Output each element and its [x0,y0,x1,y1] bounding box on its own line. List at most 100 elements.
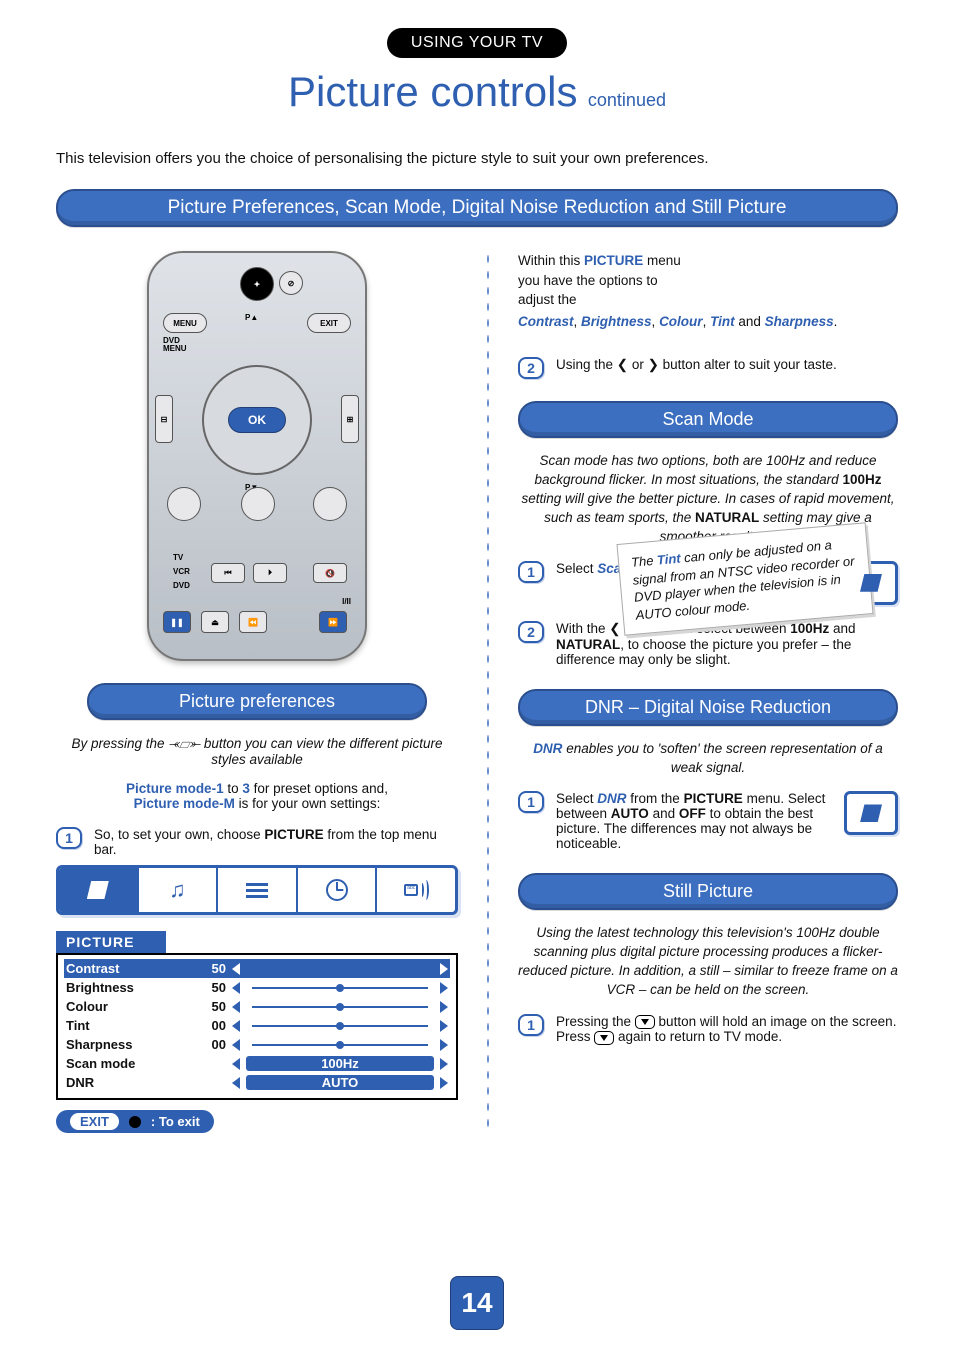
scan-step-marker-1: 1 [518,561,544,583]
left-arrow-icon [232,1058,240,1070]
menu-lang-icon: abc [377,868,455,912]
remote-play-button: ⏵ [253,563,287,583]
step-marker-1: 1 [56,827,82,849]
osd-row-name: Colour [66,999,186,1014]
remote-vol-plus: ⊞ [341,395,359,443]
still-desc: Using the latest technology this televis… [518,924,898,1000]
exit-dot-icon [129,1116,141,1128]
remote-mute-button: 🔇 [313,563,347,583]
dnr-desc: DNR enables you to 'soften' the screen r… [518,740,898,778]
osd-slider [252,1025,428,1027]
osd-row-value: 00 [192,1018,226,1033]
menu-sound-icon: ♫ [139,868,219,912]
remote-eject-button: ⏏ [201,611,229,633]
picture-preferences-bar: Picture preferences [87,683,427,720]
page-title: Picture controls [288,68,577,115]
right-arrow-icon [440,963,448,975]
right-para-1: Within this PICTURE menu you have the op… [518,251,688,310]
menu-picture-icon [59,868,139,912]
menu-features-icon [218,868,298,912]
osd-chip: 100Hz [246,1056,434,1071]
right-step-2-text: Using the ❮ or ❯ button alter to suit yo… [556,357,898,373]
remote-prev-button: ⏮ [211,563,245,583]
section-pill: USING YOUR TV [387,28,567,58]
osd-chip: AUTO [246,1075,434,1090]
osd-slider [252,987,428,989]
modes-text: Picture mode-1 to 3 for preset options a… [56,781,458,811]
top-menu-bar: ♫ abc [56,865,458,915]
remote-exit-button: EXIT [307,313,351,333]
osd-row-sharpness: Sharpness 00 [64,1035,450,1054]
remote-power-icon: ✦ [240,267,274,301]
right-para-1b: Contrast, Brightness, Colour, Tint and S… [518,312,898,332]
osd-row-dnr: DNR AUTO [64,1073,450,1092]
scan-step-2-text: With the ❮ or ❯ button select between 10… [556,621,898,667]
remote-round-2 [241,487,275,521]
osd-row-colour: Colour 50 [64,997,450,1016]
remote-nav-ring: OK [202,365,312,475]
remote-btn-top-right: ⊘ [279,271,303,295]
menu-timer-icon [298,868,378,912]
remote-round-3 [313,487,347,521]
remote-ff-button: ⏩ [319,611,347,633]
remote-tv-label: TV [173,553,183,562]
still-button-icon [635,1015,655,1029]
osd-row-name: Sharpness [66,1037,186,1052]
dnr-bar: DNR – Digital Noise Reduction [518,689,898,726]
left-arrow-icon [232,1020,240,1032]
dnr-step-1-text: Select DNR from the PICTURE menu. Select… [556,791,832,851]
osd-row-value: 50 [192,999,226,1014]
osd-row-name: Brightness [66,980,186,995]
osd-row-value: 50 [192,980,226,995]
right-arrow-icon [440,1058,448,1070]
right-arrow-icon [440,1001,448,1013]
right-arrow-icon [440,982,448,994]
osd-row-name: Contrast [66,961,186,976]
still-button-icon-2 [594,1031,614,1045]
osd-row-contrast: Contrast 50 [64,959,450,978]
osd-row-brightness: Brightness 50 [64,978,450,997]
page-subtitle: continued [588,90,666,110]
remote-menu-button: MENU [163,313,207,333]
remote-control-illustration: ✦ ⊘ MENU EXIT P▲ DVD MENU OK ⊟ ⊞ P▼ [147,251,367,661]
remote-dvd-menu-label: DVD MENU [163,337,203,353]
osd-row-name: Tint [66,1018,186,1033]
right-arrow-icon [440,1077,448,1089]
left-arrow-icon [232,1039,240,1051]
still-bar: Still Picture [518,873,898,910]
exit-text: : To exit [151,1114,200,1129]
remote-vcr-label: VCR [173,567,190,576]
remote-ok-button: OK [228,407,286,433]
section-bar: Picture Preferences, Scan Mode, Digital … [56,189,898,227]
osd-row-name: DNR [66,1075,186,1090]
remote-vol-minus: ⊟ [155,395,173,443]
left-step-1: 1 So, to set your own, choose PICTURE fr… [56,827,458,857]
page-number: 14 [450,1276,504,1330]
right-arrow-icon [440,1039,448,1051]
osd-row-scan-mode: Scan mode100Hz [64,1054,450,1073]
remote-dvd-label: DVD [173,581,190,590]
remote-round-1 [167,487,201,521]
size-icon: ⤛▱⤜ [168,736,200,751]
osd-row-value: 00 [192,1037,226,1052]
right-step-marker-2: 2 [518,357,544,379]
dnr-step-marker-1: 1 [518,791,544,813]
osd-slider [252,968,428,970]
osd-row-tint: Tint 00 [64,1016,450,1035]
dnr-picture-icon [844,791,898,835]
left-arrow-icon [232,963,240,975]
osd-title: PICTURE [56,931,166,953]
osd-slider [252,1044,428,1046]
right-arrow-icon [440,1020,448,1032]
osd-row-value: 50 [192,961,226,976]
exit-hint: EXIT : To exit [56,1110,214,1133]
left-arrow-icon [232,982,240,994]
scan-mode-bar: Scan Mode [518,401,898,438]
remote-audio-label: I/II [342,597,351,606]
scan-step-marker-2: 2 [518,621,544,643]
osd-slider [252,1006,428,1008]
page-title-row: Picture controls continued [56,68,898,116]
left-arrow-icon [232,1001,240,1013]
still-step-1-text: Pressing the button will hold an image o… [556,1014,898,1045]
remote-rew-button: ⏪ [239,611,267,633]
